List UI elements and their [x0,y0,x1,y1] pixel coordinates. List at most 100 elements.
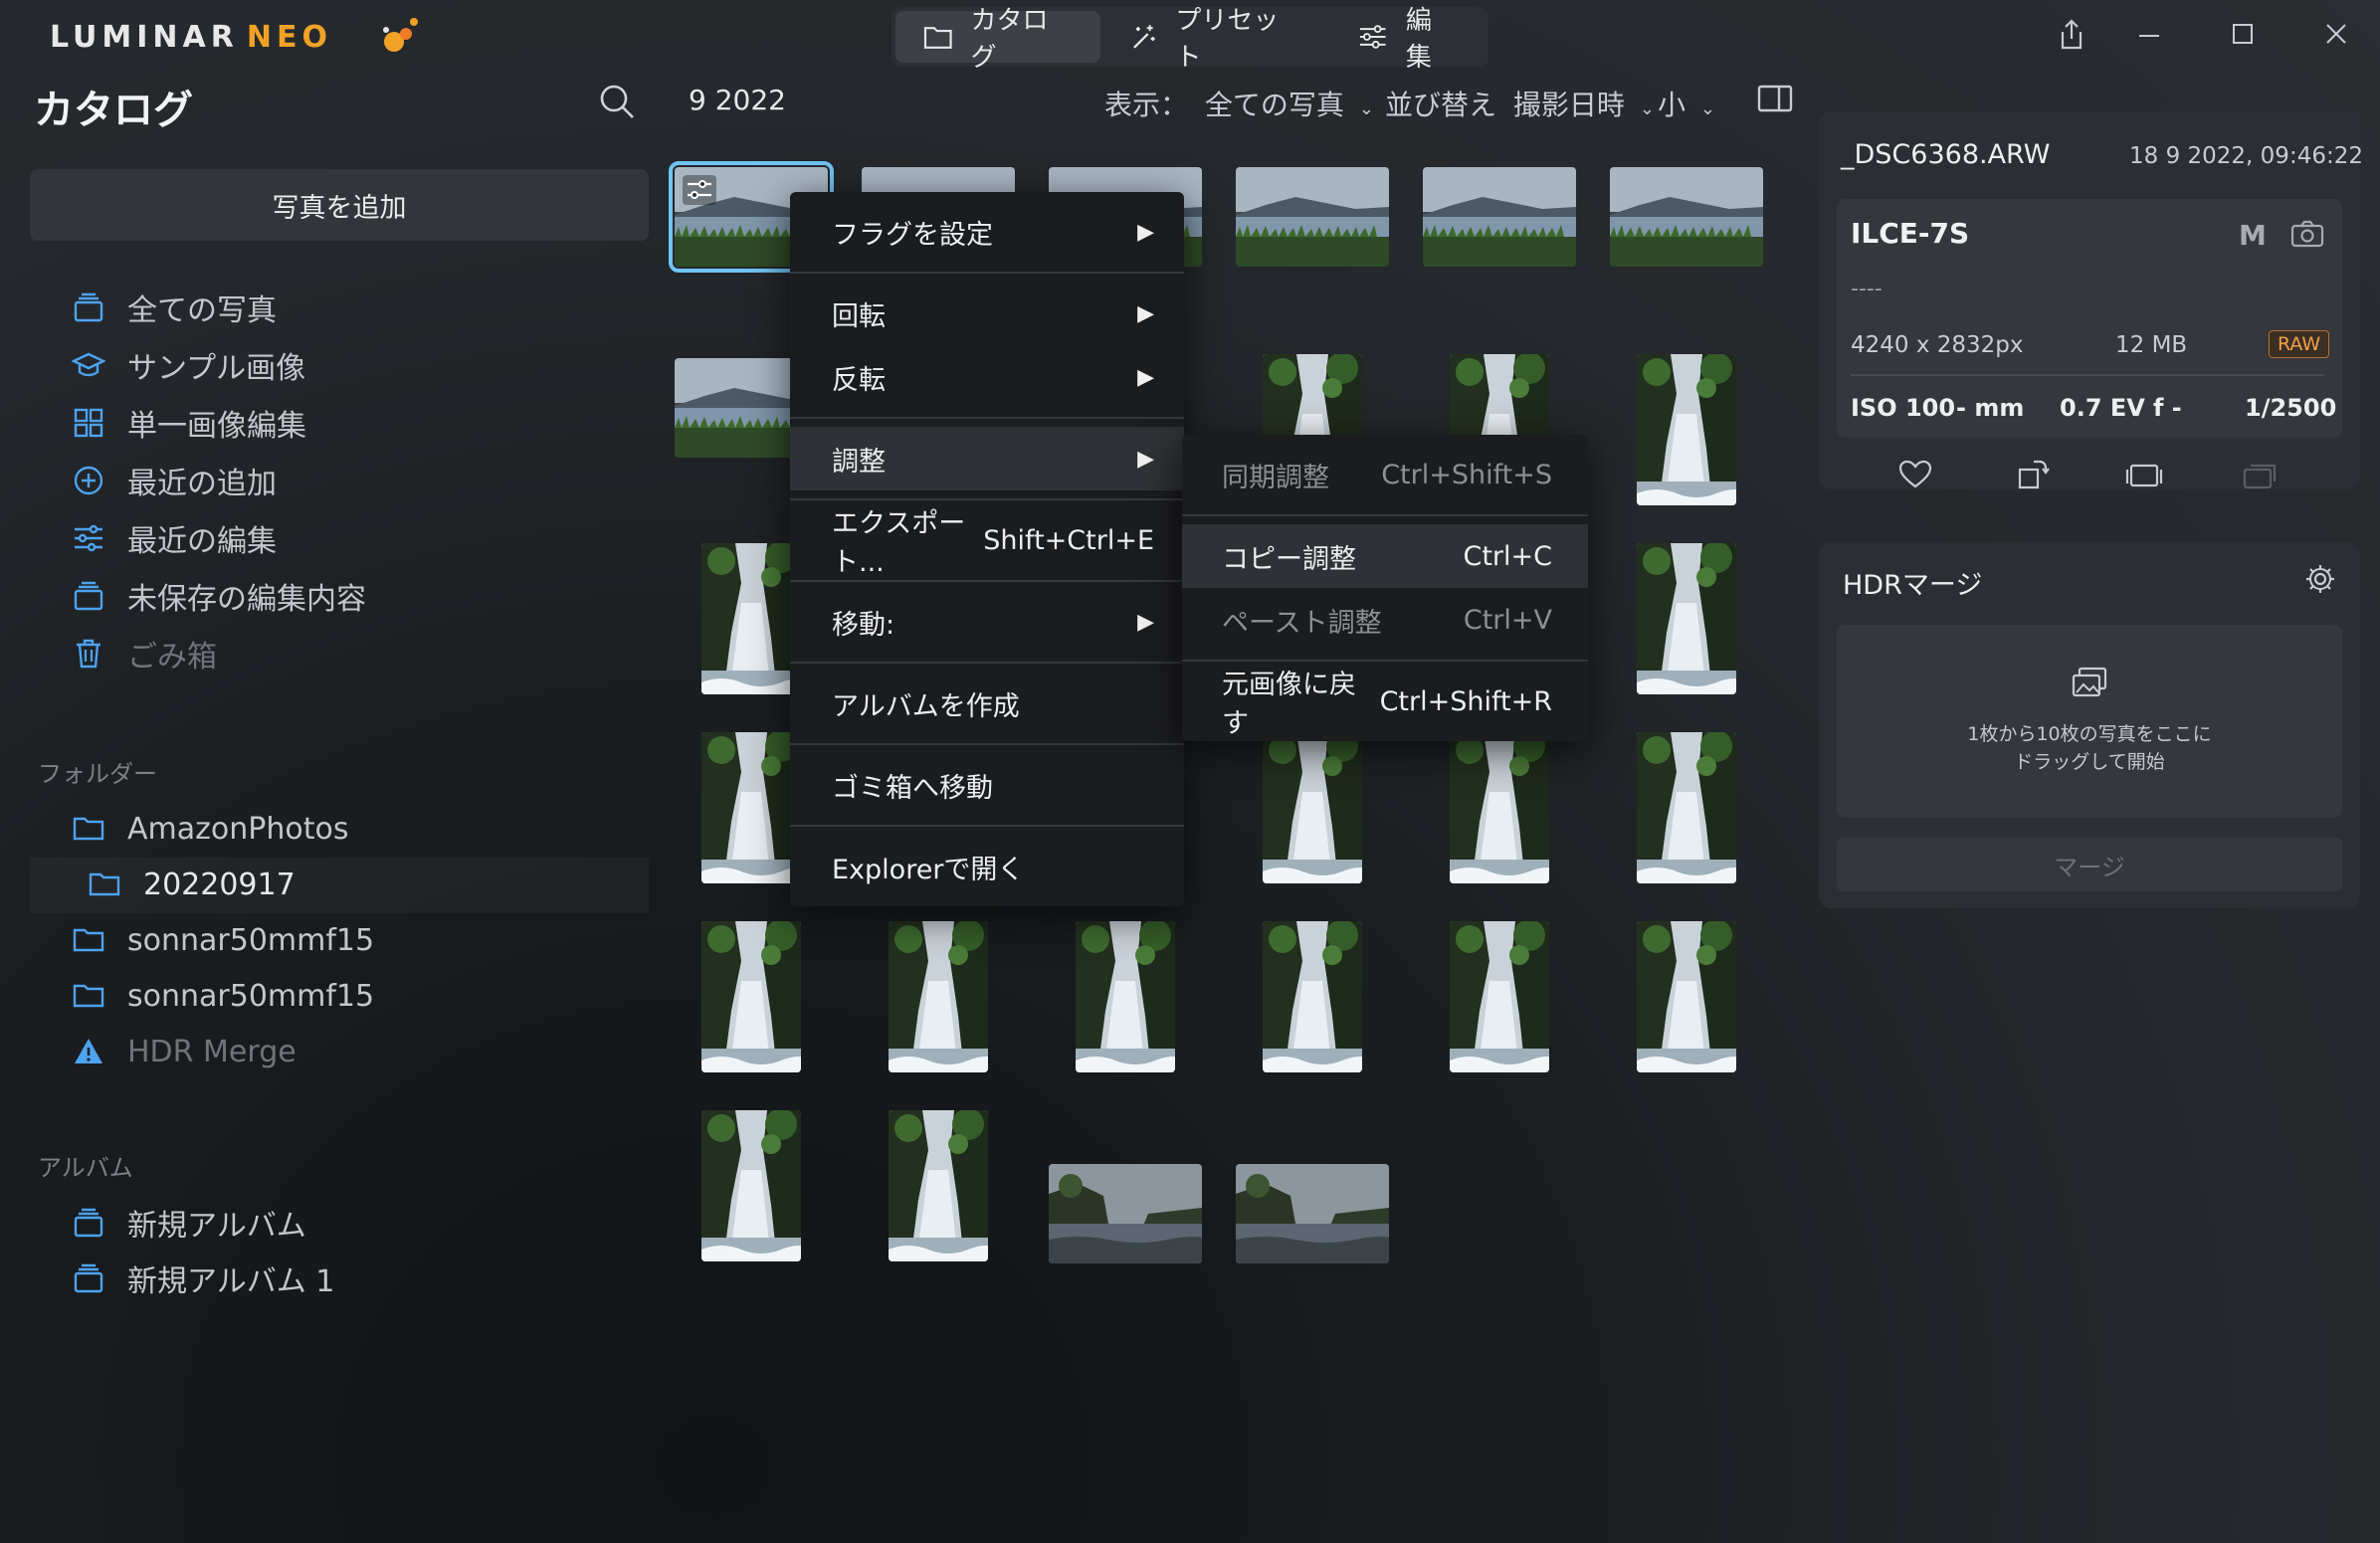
photo-thumbnail[interactable] [889,1110,988,1261]
logo-text: LUMINAR [50,20,239,55]
menu-item-flip[interactable]: 反転 ▶ [790,345,1184,409]
sort-dropdown[interactable]: 並び替え 撮影日時 ⌄ [1385,84,1655,123]
merge-button[interactable]: マージ [1837,838,2342,891]
menu-item-set-flag[interactable]: フラグを設定 ▶ [790,200,1184,264]
album-item-new-1[interactable]: 新規アルバム 1 [72,1254,334,1303]
info-ev: 0.7 EV [2060,394,2145,422]
exif-divider [1851,374,2324,376]
menu-item-rotate[interactable]: 回転 ▶ [790,282,1184,345]
tab-presets[interactable]: プリセット [1100,6,1331,73]
submenu-item-paste-adjust[interactable]: ペースト調整 Ctrl+V [1182,588,1588,652]
gear-icon[interactable] [2304,563,2336,599]
folder-label: AmazonPhotos [127,811,349,847]
menu-item-export[interactable]: エクスポート... Shift+Ctrl+E [790,508,1184,578]
info-datetime: 18 9 2022, 09:46:22 [2129,143,2363,169]
sliders-icon [1360,25,1386,49]
adjust-submenu: 同期調整 Ctrl+Shift+S コピー調整 Ctrl+C ペースト調整 Ctrl+… [1182,435,1588,741]
view-label: 表示： [1104,89,1189,121]
menu-item-label: 反転 [832,364,886,396]
camera-icon [2290,219,2324,253]
heart-icon[interactable] [1898,460,1932,493]
add-photos-button[interactable]: 写真を追加 [30,169,649,241]
photo-thumbnail[interactable] [1450,732,1549,883]
folder-item-sonnar-2[interactable]: sonnar50mmf15 [72,971,374,1021]
photo-thumbnail[interactable] [1236,167,1389,267]
menu-item-shortcut: Ctrl+V [1463,604,1552,636]
grid-icon [74,408,103,438]
nav-label: 未保存の編集内容 [127,582,366,617]
menu-item-open-in-explorer[interactable]: Explorerで開く [790,835,1184,898]
view-filter-dropdown[interactable]: 表示： 全ての写真 ⌄ [1104,84,1374,123]
menu-item-label: 元画像に戻す [1222,670,1356,739]
photo-thumbnail[interactable] [889,921,988,1072]
sidebar-item-samples[interactable]: サンプル画像 [72,340,305,390]
info-lens: ---- [1851,277,1883,301]
chevron-down-icon: ⌄ [1639,98,1655,119]
photo-thumbnail[interactable] [1637,354,1736,505]
submenu-item-sync-adjust[interactable]: 同期調整 Ctrl+Shift+S [1182,443,1588,506]
photo-thumbnail[interactable] [1049,1164,1202,1263]
tab-edit[interactable]: 編集 [1330,6,1485,73]
sidebar-item-trash[interactable]: ごみ箱 [72,629,217,678]
close-icon[interactable] [2316,20,2356,53]
folder-item-sonnar-1[interactable]: sonnar50mmf15 [72,915,374,965]
tab-label: カタログ [970,6,1049,73]
menu-separator [790,272,1184,274]
info-filename: _DSC6368.ARW [1841,139,2051,170]
rotate-icon[interactable] [2016,458,2050,495]
sidebar-item-recently-added[interactable]: 最近の追加 [72,456,277,505]
extensions-icon[interactable] [376,12,424,60]
search-icon[interactable] [597,82,637,121]
sidebar-item-single-edit[interactable]: 単一画像編集 [72,398,306,448]
photos-stack-icon [74,292,103,322]
submenu-arrow-icon: ▶ [1137,219,1154,245]
menu-separator [790,417,1184,419]
share-icon[interactable] [2052,18,2091,59]
submenu-item-copy-adjust[interactable]: コピー調整 Ctrl+C [1182,524,1588,588]
menu-separator [790,498,1184,500]
photo-thumbnail[interactable] [701,543,801,694]
sidebar-item-unsaved[interactable]: 未保存の編集内容 [72,571,366,621]
flip-icon[interactable] [2125,460,2163,495]
logo-suffix: NEO [246,20,332,55]
panel-toggle-icon[interactable] [1757,84,1793,117]
app-logo: LUMINAR NEO [50,20,332,55]
maximize-icon[interactable] [2223,20,2263,53]
photo-thumbnail[interactable] [1450,921,1549,1072]
thumb-size-dropdown[interactable]: 小 ⌄ [1658,84,1715,123]
photo-thumbnail[interactable] [1236,1164,1389,1263]
menu-item-adjust[interactable]: 調整 ▶ [790,427,1184,490]
menu-item-label: ペースト調整 [1222,607,1382,639]
info-aperture: f - [2153,394,2182,422]
photo-thumbnail[interactable] [701,732,801,883]
sidebar-item-recently-edited[interactable]: 最近の編集 [72,513,277,563]
photo-thumbnail[interactable] [1263,732,1362,883]
menu-item-move-to-trash[interactable]: ゴミ箱へ移動 [790,753,1184,817]
photo-thumbnail[interactable] [1076,921,1175,1072]
view-value: 全ての写真 [1204,89,1344,121]
folder-item-20220917[interactable]: 20220917 [88,860,296,909]
menu-item-create-album[interactable]: アルバムを作成 [790,672,1184,735]
photo-thumbnail[interactable] [1263,921,1362,1072]
photo-thumbnail[interactable] [1637,543,1736,694]
photo-thumbnail[interactable] [701,921,801,1072]
submenu-arrow-icon: ▶ [1137,609,1154,635]
menu-item-move[interactable]: 移動: ▶ [790,590,1184,654]
photo-thumbnail[interactable] [1637,732,1736,883]
info-focal: - mm [1956,394,2025,422]
sidebar-item-all-photos[interactable]: 全ての写真 [72,283,277,332]
nav-label: 単一画像編集 [127,409,306,444]
folders-section-title: フォルダー [38,760,157,788]
sliders-icon [75,524,102,552]
tab-catalog[interactable]: カタログ [895,6,1100,73]
photo-thumbnail[interactable] [1610,167,1763,267]
folder-item-amazonphotos[interactable]: AmazonPhotos [72,804,348,854]
album-item-new[interactable]: 新規アルバム [72,1198,306,1248]
submenu-item-revert-original[interactable]: 元画像に戻す Ctrl+Shift+R [1182,670,1588,739]
context-menu: フラグを設定 ▶ 回転 ▶ 反転 ▶ 調整 ▶ エクスポート... Shift+Ctrl+… [790,192,1184,906]
photo-thumbnail[interactable] [1637,921,1736,1072]
photo-thumbnail[interactable] [701,1110,801,1261]
minimize-icon[interactable] [2129,20,2169,53]
photo-thumbnail[interactable] [1423,167,1576,267]
folder-item-hdr-merge[interactable]: HDR Merge [72,1027,297,1076]
